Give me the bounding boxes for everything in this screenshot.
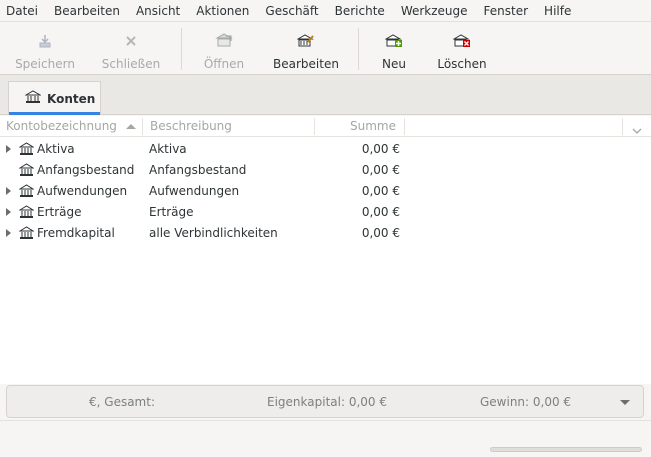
column-divider — [404, 118, 405, 135]
delete-button[interactable]: Löschen — [435, 22, 489, 75]
new-button[interactable]: Neu — [376, 22, 412, 75]
status-bar — [0, 420, 651, 457]
menu-fenster[interactable]: Fenster — [476, 0, 537, 22]
toolbar-separator — [358, 28, 359, 70]
expander-icon[interactable] — [6, 145, 11, 153]
tab-konten[interactable]: Konten — [8, 81, 101, 115]
account-total: 0,00 € — [361, 184, 400, 198]
edit-button-label: Bearbeiten — [273, 57, 339, 71]
close-button[interactable]: Schließen — [101, 22, 161, 75]
account-total: 0,00 € — [361, 142, 400, 156]
menu-bar: Datei Bearbeiten Ansicht Aktionen Geschä… — [0, 0, 651, 22]
expander-icon[interactable] — [6, 187, 11, 195]
menu-berichte[interactable]: Berichte — [327, 0, 393, 22]
account-name: Aufwendungen — [37, 184, 128, 198]
account-description: Aktiva — [149, 142, 187, 156]
currency-total-label: €, Gesamt: — [89, 395, 155, 409]
tab-konten-label: Konten — [47, 91, 96, 106]
column-header-description[interactable]: Beschreibung — [150, 116, 232, 137]
account-total: 0,00 € — [361, 163, 400, 177]
account-row-fremdkapital[interactable]: Fremdkapital alle Verbindlichkeiten 0,00… — [0, 223, 651, 244]
bank-icon — [24, 90, 42, 107]
account-tree: Kontobezeichnung Beschreibung Summe Akti… — [0, 116, 651, 384]
delete-button-label: Löschen — [437, 57, 487, 71]
account-name: Anfangsbestand — [37, 163, 135, 177]
account-name: Aktiva — [37, 142, 75, 156]
account-description: Aufwendungen — [149, 184, 240, 198]
account-name: Fremdkapital — [37, 226, 115, 240]
equity-value: Eigenkapital: 0,00 € — [267, 395, 387, 409]
open-button[interactable]: Öffnen — [199, 22, 249, 75]
account-total: 0,00 € — [361, 226, 400, 240]
menu-geschaeft[interactable]: Geschäft — [257, 0, 326, 22]
menu-ansicht[interactable]: Ansicht — [128, 0, 188, 22]
account-row-anfangsbestand[interactable]: Anfangsbestand Anfangsbestand 0,00 € — [0, 160, 651, 181]
progress-bar — [490, 447, 642, 452]
bank-icon — [18, 205, 35, 222]
account-description: alle Verbindlichkeiten — [149, 226, 278, 240]
column-selector-icon[interactable] — [632, 123, 642, 137]
bank-icon — [18, 184, 35, 201]
menu-datei[interactable]: Datei — [0, 0, 46, 22]
account-row-aufwendungen[interactable]: Aufwendungen Aufwendungen 0,00 € — [0, 181, 651, 202]
open-account-icon — [214, 31, 234, 51]
edit-button[interactable]: Bearbeiten — [273, 22, 339, 75]
toolbar: Speichern Schließen Öffnen Bearbeiten Ne… — [0, 22, 651, 75]
toolbar-separator — [181, 28, 182, 70]
save-button-label: Speichern — [15, 57, 75, 71]
bank-icon — [18, 142, 35, 159]
new-button-label: Neu — [382, 57, 406, 71]
close-icon — [121, 31, 141, 51]
close-button-label: Schließen — [101, 57, 161, 71]
sort-ascending-icon — [126, 124, 136, 129]
account-row-aktiva[interactable]: Aktiva Aktiva 0,00 € — [0, 139, 651, 160]
account-description: Anfangsbestand — [149, 163, 247, 177]
menu-hilfe[interactable]: Hilfe — [536, 0, 579, 22]
expander-icon[interactable] — [6, 229, 11, 237]
summary-bar[interactable]: €, Gesamt: Eigenkapital: 0,00 € Gewinn: … — [6, 385, 644, 418]
save-icon — [35, 31, 55, 51]
account-description: Erträge — [149, 205, 194, 219]
column-header-name[interactable]: Kontobezeichnung — [6, 116, 117, 137]
menu-bearbeiten[interactable]: Bearbeiten — [46, 0, 128, 22]
account-total: 0,00 € — [361, 205, 400, 219]
bank-icon — [18, 226, 35, 243]
menu-werkzeuge[interactable]: Werkzeuge — [393, 0, 476, 22]
delete-account-icon — [452, 31, 472, 51]
dropdown-arrow-icon[interactable] — [620, 400, 630, 405]
bank-icon — [18, 163, 35, 180]
edit-account-icon — [296, 31, 316, 51]
account-row-ertraege[interactable]: Erträge Erträge 0,00 € — [0, 202, 651, 223]
new-account-icon — [384, 31, 404, 51]
column-divider — [622, 118, 623, 135]
profit-value: Gewinn: 0,00 € — [480, 395, 572, 409]
menu-aktionen[interactable]: Aktionen — [188, 0, 257, 22]
expander-icon[interactable] — [6, 208, 11, 216]
open-button-label: Öffnen — [203, 57, 245, 71]
column-divider — [314, 118, 315, 135]
column-header-row: Kontobezeichnung Beschreibung Summe — [0, 116, 651, 137]
tab-strip: Konten — [0, 75, 651, 115]
account-name: Erträge — [37, 205, 82, 219]
active-tab-indicator — [9, 112, 100, 115]
column-divider — [142, 118, 143, 135]
save-button[interactable]: Speichern — [15, 22, 75, 75]
column-header-total[interactable]: Summe — [350, 116, 396, 137]
